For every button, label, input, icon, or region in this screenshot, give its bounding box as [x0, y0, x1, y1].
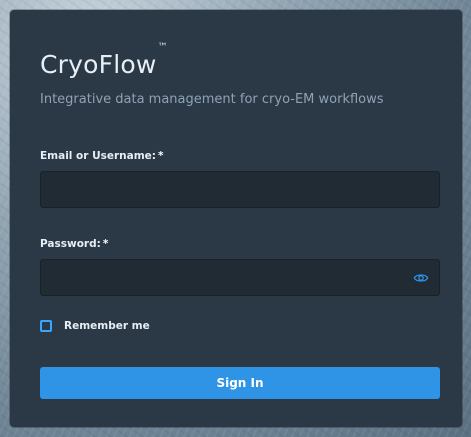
sign-in-button[interactable]: Sign In	[40, 367, 440, 399]
eye-icon[interactable]	[413, 270, 429, 286]
email-field[interactable]	[40, 171, 440, 208]
remember-me-label[interactable]: Remember me	[64, 320, 150, 332]
password-field[interactable]	[40, 259, 440, 296]
app-title: CryoFlow™	[40, 42, 168, 79]
required-marker: *	[158, 150, 164, 162]
password-label-text: Password:	[40, 238, 101, 250]
email-label-text: Email or Username:	[40, 150, 156, 162]
app-tagline: Integrative data management for cryo-EM …	[40, 92, 384, 107]
trademark-symbol: ™	[157, 42, 168, 53]
email-input[interactable]	[41, 172, 439, 207]
password-label: Password: *	[40, 238, 108, 250]
required-marker: *	[102, 238, 109, 250]
remember-me-row[interactable]: Remember me	[40, 320, 150, 332]
password-input[interactable]	[41, 260, 439, 295]
brand-name: CryoFlow	[40, 50, 157, 79]
remember-me-checkbox[interactable]	[40, 320, 52, 332]
login-card: CryoFlow™ Integrative data management fo…	[10, 10, 462, 427]
email-label: Email or Username: *	[40, 150, 164, 162]
